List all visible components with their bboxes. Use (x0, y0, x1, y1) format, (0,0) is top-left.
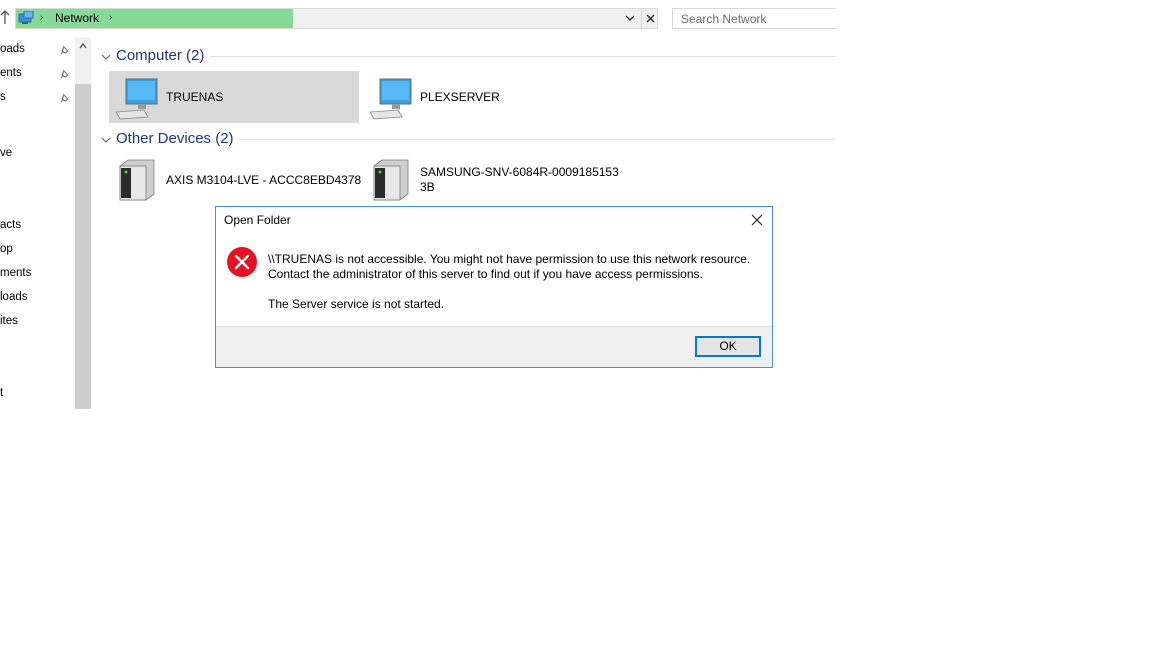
network-icon (18, 10, 34, 25)
ok-button[interactable]: OK (695, 336, 761, 357)
chevron-down-icon[interactable] (101, 134, 111, 144)
nav-item-downloads-2[interactable]: loads (0, 290, 28, 304)
nav-item-favorites[interactable]: ites (0, 314, 18, 328)
breadcrumb-separator[interactable]: › (109, 10, 112, 26)
search-placeholder: Search Network (681, 12, 767, 26)
nav-item-pictures[interactable]: s (0, 90, 6, 104)
computer-icon (114, 76, 160, 120)
close-icon[interactable] (749, 212, 765, 228)
device-item-label[interactable]: AXIS M3104-LVE - ACCC8EBD4378 (166, 173, 361, 187)
close-icon[interactable] (641, 9, 659, 28)
nav-scrollbar-thumb[interactable] (75, 84, 91, 409)
computer-item-label[interactable]: TRUENAS (166, 90, 223, 104)
pin-icon (60, 68, 70, 79)
device-icon (118, 158, 156, 202)
breadcrumb-separator[interactable]: › (40, 10, 43, 26)
up-arrow-icon[interactable] (0, 9, 10, 27)
search-input[interactable]: Search Network (672, 8, 836, 29)
dialog-title: Open Folder (224, 213, 291, 227)
nav-item-onedrive[interactable]: ve (0, 146, 12, 160)
nav-item-contacts[interactable]: acts (0, 218, 21, 232)
nav-item-desktop[interactable]: op (0, 242, 13, 256)
group-divider (238, 139, 836, 140)
chevron-down-icon[interactable] (101, 51, 111, 61)
pin-icon (60, 92, 70, 103)
group-title-computer[interactable]: Computer (2) (116, 47, 204, 65)
nav-item-partial[interactable]: t (0, 386, 3, 400)
scroll-up-icon[interactable] (78, 40, 88, 50)
group-title-other-devices[interactable]: Other Devices (2) (116, 130, 234, 148)
breadcrumb-network[interactable]: Network (55, 10, 99, 26)
dialog-message-line1: \\TRUENAS is not accessible. You might n… (268, 252, 751, 266)
nav-item-documents[interactable]: ents (0, 66, 22, 80)
device-icon (372, 158, 410, 202)
chevron-down-icon[interactable] (622, 10, 638, 26)
group-divider (210, 56, 836, 57)
dialog-message-line2: Contact the administrator of this server… (268, 267, 703, 281)
computer-item-label[interactable]: PLEXSERVER (420, 90, 500, 104)
device-item-label-line2[interactable]: 3B (420, 180, 435, 194)
device-item-label[interactable]: SAMSUNG-SNV-6084R-0009185153 (420, 165, 619, 179)
nav-item-downloads[interactable]: oads (0, 42, 25, 56)
computer-icon (368, 76, 414, 120)
dialog-footer (216, 326, 772, 367)
error-icon (226, 246, 258, 278)
nav-item-documents-2[interactable]: ments (0, 266, 31, 280)
pin-icon (60, 44, 70, 55)
dialog-message-line3: The Server service is not started. (268, 297, 445, 311)
